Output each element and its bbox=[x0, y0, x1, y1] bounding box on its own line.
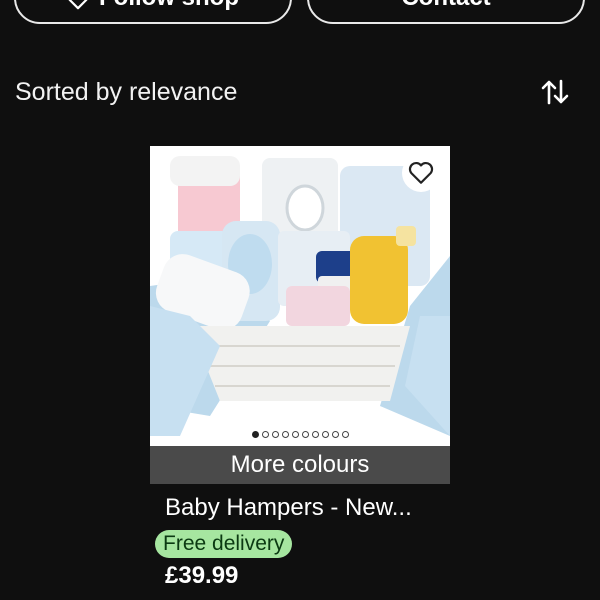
listing-title[interactable]: Baby Hampers - New... bbox=[165, 494, 450, 522]
heart-icon bbox=[68, 0, 88, 10]
carousel-dot bbox=[261, 431, 269, 438]
listing-image[interactable] bbox=[150, 146, 450, 446]
carousel-dot bbox=[291, 431, 299, 438]
carousel-dot bbox=[341, 431, 349, 438]
more-colours-overlay[interactable]: More colours bbox=[150, 446, 450, 484]
carousel-dot bbox=[281, 431, 289, 438]
listing-price: £39.99 bbox=[165, 562, 239, 589]
carousel-dot bbox=[311, 431, 319, 438]
carousel-dot bbox=[301, 431, 309, 438]
contact-button[interactable]: Contact bbox=[307, 0, 585, 24]
favorite-heart-icon[interactable] bbox=[402, 154, 440, 192]
sort-arrows-icon[interactable] bbox=[540, 77, 570, 107]
listing-card[interactable]: More colours Baby Hampers - New... Free … bbox=[150, 146, 450, 590]
sort-row: Sorted by relevance bbox=[15, 74, 570, 110]
carousel-dot bbox=[321, 431, 329, 438]
sort-label: Sorted by relevance bbox=[15, 77, 238, 106]
product-photo bbox=[150, 146, 450, 446]
carousel-dot bbox=[271, 431, 279, 438]
carousel-indicator bbox=[150, 431, 450, 438]
carousel-dot bbox=[331, 431, 339, 438]
carousel-dot bbox=[251, 431, 259, 438]
follow-shop-button[interactable]: Follow shop bbox=[14, 0, 292, 24]
follow-shop-label: Follow shop bbox=[99, 0, 239, 12]
free-delivery-badge: Free delivery bbox=[155, 530, 293, 558]
contact-label: Contact bbox=[401, 0, 490, 12]
more-colours-label: More colours bbox=[230, 451, 370, 478]
